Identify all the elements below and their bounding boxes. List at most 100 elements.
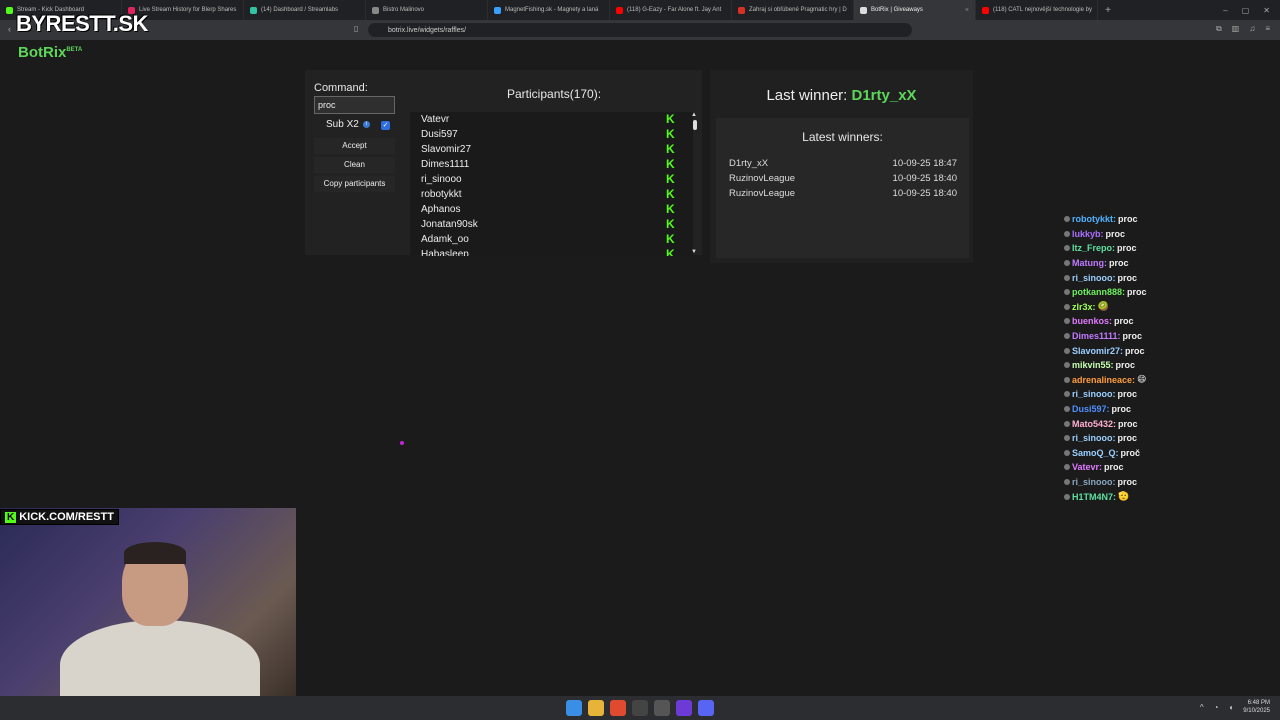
app-icon-x[interactable] (632, 700, 648, 716)
browser-tab[interactable]: (118) CATL nejnovější technologie by (976, 0, 1098, 20)
kick-channel-banner: K KICK.COM/RESTT (0, 509, 119, 525)
chat-text: 🥝 (1097, 301, 1109, 312)
tab-favicon-icon (860, 6, 867, 14)
app-icon-purple[interactable] (676, 700, 692, 716)
media-icon[interactable]: ♫ (1249, 24, 1255, 34)
winner-time: 10-09-25 18:40 (892, 188, 957, 199)
tab-title: Zahraj si obľúbené Pragmatic hry | D (749, 7, 847, 13)
chat-text: proc (1114, 316, 1134, 327)
chat-username: Matung: (1072, 258, 1107, 269)
participant-row[interactable]: ri_sinooo K (410, 172, 693, 187)
new-tab-button[interactable]: + (1098, 5, 1118, 16)
start-icon[interactable] (566, 700, 582, 716)
participant-row[interactable]: Aphanos K (410, 202, 693, 217)
participant-row[interactable]: Adamk_oo K (410, 232, 693, 247)
botrix-logo[interactable]: BotRixBETA (18, 44, 82, 61)
command-input[interactable] (314, 96, 395, 114)
scroll-up-icon[interactable]: ▲ (691, 112, 697, 118)
scroll-thumb[interactable] (693, 120, 697, 130)
browser-tab[interactable]: (118) G-Eazy - Far Alone ft. Jay Ant (610, 0, 732, 20)
chat-username: lukkyb: (1072, 228, 1104, 239)
sidebar-icon[interactable]: ▥ (1232, 24, 1240, 34)
participant-row[interactable]: robotykkt K (410, 187, 693, 202)
maximize-icon[interactable]: ▢ (1242, 6, 1250, 15)
tab-close-icon[interactable]: × (965, 7, 969, 14)
tab-favicon-icon (372, 6, 379, 14)
participant-name: ri_sinooo (421, 174, 462, 185)
user-badge-icon (1064, 449, 1070, 456)
user-badge-icon (1064, 420, 1070, 427)
chat-username: Vatevr: (1072, 462, 1103, 473)
clock-date: 9/10/2025 (1243, 708, 1270, 714)
tab-title: Live Stream History for Blerp Shares (139, 7, 237, 13)
chat-username: zlr3x: (1072, 301, 1096, 312)
volume-icon[interactable]: ◖ (1228, 703, 1233, 712)
winners-panel: Last winner: D1rty_xX Latest winners: D1… (710, 70, 973, 263)
participant-row[interactable]: Dusi597 K (410, 127, 693, 142)
back-icon[interactable]: ‹ (8, 24, 11, 34)
winner-row: RuzinovLeague 10-09-25 18:40 (729, 173, 957, 184)
kick-platform-icon: K (666, 172, 675, 186)
user-badge-icon (1064, 478, 1070, 485)
chat-message: ri_sinooo: proc (1064, 270, 1274, 285)
browser-tab[interactable]: MagnetFishing.sk - Magnety a laná (488, 0, 610, 20)
participant-row[interactable]: Habasleep K (410, 247, 693, 256)
copy-participants-button[interactable]: Copy participants (314, 176, 395, 192)
kick-platform-icon: K (666, 187, 675, 201)
chat-text: proc (1122, 331, 1143, 342)
brave-browser-icon[interactable] (610, 700, 626, 716)
accept-button[interactable]: Accept (314, 138, 395, 154)
browser-tab[interactable]: BotRix | Giveaways × (854, 0, 976, 20)
tab-title: BotRix | Giveaways (871, 7, 923, 13)
system-clock[interactable]: 6:48 PM 9/10/2025 (1243, 699, 1270, 715)
participant-row[interactable]: Slavomir27 K (410, 142, 693, 157)
participants-scrollbar[interactable]: ▲ ▼ (691, 112, 699, 256)
chat-text: proc (1105, 228, 1126, 239)
window-close-icon[interactable]: ✕ (1263, 6, 1270, 15)
tab-favicon-icon (738, 6, 745, 14)
file-explorer-icon[interactable] (588, 700, 604, 716)
chat-text: proč (1120, 447, 1141, 458)
participant-name: Habasleep (421, 249, 469, 256)
info-icon[interactable]: i (362, 121, 370, 128)
winner-name: D1rty_xX (729, 158, 769, 169)
bookmark-icon[interactable]: ▯ (354, 24, 358, 33)
minimize-icon[interactable]: – (1223, 6, 1227, 15)
clock-time: 6:48 PM (1247, 700, 1270, 706)
clean-button[interactable]: Clean (314, 157, 395, 173)
participant-row[interactable]: Jonatan90sk K (410, 217, 693, 232)
user-badge-icon (1064, 406, 1070, 413)
streamer-hair (124, 542, 186, 564)
window-controls: – ▢ ✕ (1223, 6, 1280, 15)
sub-x2-checkbox[interactable]: ✓ (381, 121, 390, 130)
streamer-body (60, 620, 260, 696)
participant-row[interactable]: Vatevr K (410, 112, 693, 127)
obs-icon[interactable] (654, 700, 670, 716)
participant-name: Adamk_oo (421, 234, 469, 245)
browser-tab[interactable]: Bistro Malinovo (366, 0, 488, 20)
chat-text: proc (1104, 462, 1124, 473)
sub-x2-label: Sub X2 (326, 119, 359, 130)
logo-beta-badge: BETA (66, 47, 83, 53)
chat-message: ri_sinooo: proc (1064, 475, 1274, 490)
tray-overflow-icon[interactable]: ^ (1200, 703, 1204, 712)
chat-username: mikvin55: (1072, 360, 1114, 371)
chat-username: Itz_Frepo: (1072, 243, 1116, 254)
menu-icon[interactable]: ≡ (1265, 24, 1270, 34)
scroll-down-icon[interactable]: ▼ (691, 249, 697, 255)
network-icon[interactable]: ◔ (1214, 703, 1219, 712)
url-field[interactable]: botrix.live/widgets/raffles/ (368, 23, 912, 37)
extensions-icon[interactable]: ⧉ (1216, 24, 1222, 34)
browser-tab[interactable]: Zahraj si obľúbené Pragmatic hry | D (732, 0, 854, 20)
participants-list[interactable]: Vatevr K Dusi597 K Slavomir27 K Dimes1111 Kri_s… (410, 112, 693, 256)
discord-icon[interactable] (698, 700, 714, 716)
browser-tab[interactable]: (14) Dashboard / Streamlabs (244, 0, 366, 20)
user-badge-icon (1064, 376, 1070, 383)
tab-title: (118) G-Eazy - Far Alone ft. Jay Ant (627, 7, 722, 13)
chat-text: proc (1117, 433, 1138, 444)
logo-text: BotRix (18, 44, 67, 61)
last-winner-name: D1rty_xX (851, 87, 917, 104)
tab-favicon-icon (982, 6, 989, 14)
participant-row[interactable]: Dimes1111 K (410, 157, 693, 172)
tab-favicon-icon (6, 6, 13, 14)
